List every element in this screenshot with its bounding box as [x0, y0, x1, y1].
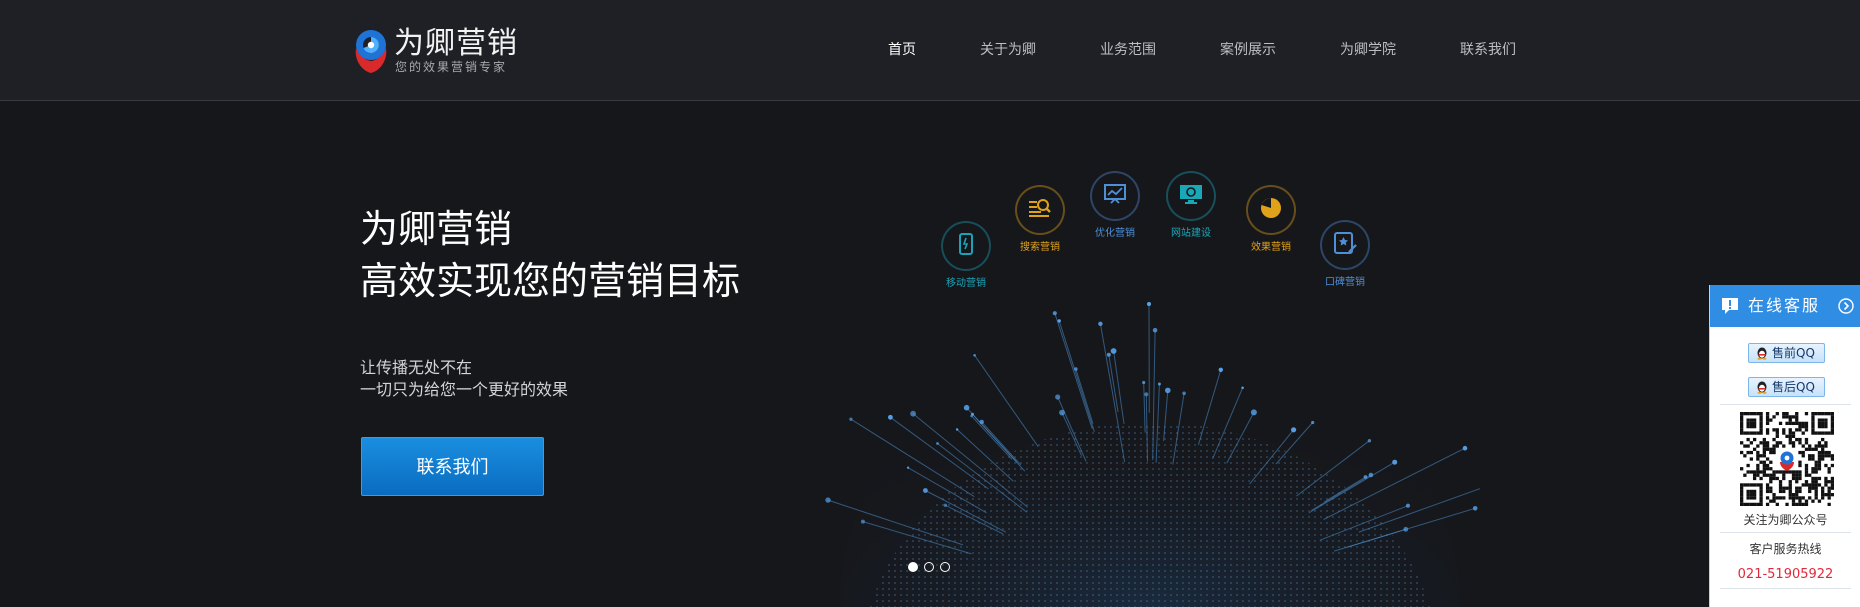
qq-penguin-icon	[1757, 381, 1767, 394]
carousel-dot-1[interactable]	[908, 562, 918, 572]
presale-qq-label: 售前QQ	[1772, 346, 1815, 360]
service-label: 移动营销	[946, 278, 986, 289]
nav-item-academy[interactable]: 为卿学院	[1340, 40, 1396, 60]
mobile-phone-icon	[954, 232, 978, 260]
logo-mark-icon	[355, 30, 387, 73]
aftersale-qq-label: 售后QQ	[1772, 380, 1815, 394]
carousel-dot-3[interactable]	[940, 562, 950, 572]
divider	[1720, 588, 1851, 589]
nav-item-cases[interactable]: 案例展示	[1220, 40, 1276, 60]
nav-item-contact[interactable]: 联系我们	[1460, 40, 1516, 60]
monitor-icon	[1178, 182, 1204, 210]
nav-item-about[interactable]: 关于为卿	[980, 40, 1036, 60]
pie-chart-icon	[1258, 195, 1284, 225]
hero-title-line1: 为卿营销	[360, 207, 513, 251]
site-header: 为卿营销 您的效果营销专家 首页 关于为卿 业务范围 案例展示 为卿学院 联系我…	[0, 0, 1860, 101]
hero-title-line2: 高效实现您的营销目标	[360, 259, 741, 303]
pie-chart-circle	[1246, 185, 1296, 235]
qq-penguin-icon	[1757, 347, 1767, 360]
hero-subtitle: 让传播无处不在 一切只为给您一个更好的效果	[360, 357, 568, 401]
monitor-circle	[1166, 171, 1216, 221]
carousel-dot-2[interactable]	[924, 562, 934, 572]
chart-board-icon	[1102, 182, 1128, 210]
presale-qq-button[interactable]: 售前QQ	[1748, 343, 1825, 363]
mobile-phone-circle	[941, 221, 991, 271]
nav-item-services[interactable]: 业务范围	[1100, 40, 1156, 60]
contact-us-button[interactable]: 联系我们	[361, 437, 544, 496]
divider	[1720, 404, 1851, 405]
online-service-title: 在线客服	[1748, 296, 1821, 315]
hero-subtitle-line2: 一切只为给您一个更好的效果	[360, 380, 569, 399]
review-star-circle	[1320, 220, 1370, 270]
nav-item-home[interactable]: 首页	[888, 40, 916, 60]
hero-subtitle-line1: 让传播无处不在	[360, 358, 473, 377]
follow-wechat-text: 关注为卿公众号	[1743, 513, 1828, 527]
divider	[1720, 532, 1851, 533]
logo-slogan: 您的效果营销专家	[395, 60, 508, 74]
aftersale-qq-button[interactable]: 售后QQ	[1748, 377, 1825, 397]
service-item-6[interactable]: 口碑营销	[1295, 220, 1395, 290]
collapse-arrow-icon[interactable]	[1838, 298, 1854, 314]
hero-title: 为卿营销 高效实现您的营销目标	[360, 203, 740, 307]
search-list-circle	[1015, 185, 1065, 235]
chart-board-circle	[1090, 171, 1140, 221]
hotline-number: 021-51905922	[1737, 567, 1834, 582]
service-label: 口碑营销	[1325, 277, 1365, 288]
service-label: 搜索营销	[1020, 242, 1060, 253]
logo[interactable]: 为卿营销 您的效果营销专家	[350, 26, 550, 76]
search-list-icon	[1027, 196, 1053, 224]
hotline-label: 客户服务热线	[1749, 542, 1822, 556]
wechat-qr-code	[1740, 412, 1834, 506]
review-star-icon	[1332, 230, 1358, 260]
chat-alert-icon	[1722, 298, 1738, 314]
online-service-header: 在线客服	[1710, 285, 1860, 327]
logo-title: 为卿营销	[394, 26, 518, 61]
online-service-panel: 在线客服 售前QQ 售后QQ 关注为卿公众号 客户服务热线 021-519059…	[1709, 285, 1860, 607]
